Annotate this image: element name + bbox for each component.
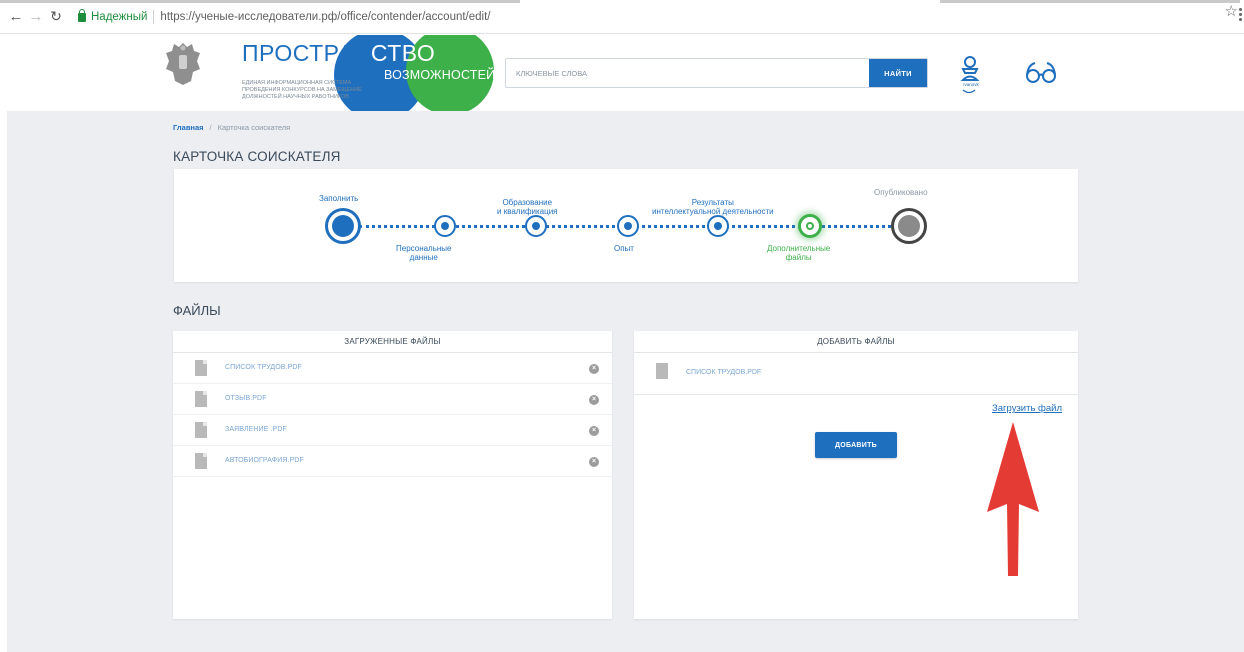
forward-arrow-icon[interactable]: → xyxy=(26,6,46,28)
file-link[interactable]: СПИСОК ТРУДОВ.PDF xyxy=(225,364,302,371)
remove-icon[interactable]: × xyxy=(589,395,599,405)
document-icon xyxy=(195,453,207,469)
omnibox-divider xyxy=(153,9,155,24)
user-icon xyxy=(960,56,980,81)
file-link[interactable]: ОТЗЫВ.PDF xyxy=(225,395,267,402)
browser-toolbar: ← → ↻ Надежный https://ученые-исследоват… xyxy=(0,0,1244,34)
step-node-education[interactable] xyxy=(525,215,547,237)
main-content: Главная / Карточка соискателя КАРТОЧКА СОИ… xyxy=(7,111,1244,652)
browser-menu-icon[interactable] xyxy=(1239,8,1242,23)
logo-description: ЕДИНАЯ ИНФОРМАЦИОННАЯ СИСТЕМА ПРОВЕДЕНИЯ… xyxy=(242,80,362,100)
step-label-experience: Опыт xyxy=(614,244,634,253)
file-link[interactable]: ЗАЯВЛЕНИЕ .PDF xyxy=(225,426,287,433)
secure-label: Надежный xyxy=(91,10,148,23)
file-link[interactable]: АВТОБИОГРАФИЯ.PDF xyxy=(225,457,304,464)
file-row: СПИСОК ТРУДОВ.PDF × xyxy=(173,353,612,384)
coat-of-arms-icon[interactable] xyxy=(164,39,202,89)
upload-file-link[interactable]: Загрузить файл xyxy=(992,403,1062,414)
step-node-published[interactable] xyxy=(891,208,927,244)
breadcrumb: Главная / Карточка соискателя xyxy=(173,123,290,132)
file-row: ЗАЯВЛЕНИЕ .PDF × xyxy=(173,415,612,446)
remove-icon[interactable]: × xyxy=(589,457,599,467)
logo-title: ПРОСТРАНСТВО xyxy=(242,40,436,66)
progress-stepper: Заполнить Персональные данные Образовани… xyxy=(174,169,1078,282)
step-node-fill[interactable] xyxy=(325,208,361,244)
document-icon xyxy=(195,360,207,376)
document-icon xyxy=(195,422,207,438)
step-label-fill: Заполнить xyxy=(319,194,359,203)
lock-icon xyxy=(78,9,86,22)
search-input[interactable] xyxy=(506,59,866,87)
annotation-arrow-icon xyxy=(987,422,1039,576)
pending-file-name[interactable]: СПИСОК ТРУДОВ.PDF xyxy=(686,369,761,376)
step-label-personal: Персональные данные xyxy=(396,244,452,262)
page-title: КАРТОЧКА СОИСКАТЕЛЯ xyxy=(173,149,341,164)
chevron-down-icon[interactable] xyxy=(962,89,976,95)
back-arrow-icon[interactable]: ← xyxy=(6,6,26,28)
document-icon xyxy=(656,363,668,379)
search-form: НАЙТИ xyxy=(505,58,928,88)
reload-icon[interactable]: ↻ xyxy=(46,6,66,28)
site-logo[interactable]: ПРОСТРАНСТВО ВОЗМОЖНОСТЕЙ ЕДИНАЯ ИНФОРМА… xyxy=(234,35,514,111)
step-label-published: Опубликовано xyxy=(874,188,928,197)
user-name: Ivanovk xyxy=(963,82,979,87)
step-label-results: Результаты интеллектуальной деятельности xyxy=(652,198,774,216)
step-node-additional-files[interactable] xyxy=(798,214,822,238)
add-files-button[interactable]: ДОБАВИТЬ xyxy=(815,432,897,458)
address-bar[interactable]: Надежный https://ученые-исследователи.рф… xyxy=(74,5,1244,29)
file-row: АВТОБИОГРАФИЯ.PDF × xyxy=(173,446,612,477)
step-label-education: Образование и квалификация xyxy=(497,198,558,216)
accessibility-glasses-icon[interactable] xyxy=(1024,61,1058,83)
logo-subtitle: ВОЗМОЖНОСТЕЙ xyxy=(384,68,496,82)
pending-file-row: СПИСОК ТРУДОВ.PDF xyxy=(634,353,1078,395)
step-label-additional-files: Дополнительные файлы xyxy=(767,244,831,262)
step-node-experience[interactable] xyxy=(617,215,639,237)
remove-icon[interactable]: × xyxy=(589,426,599,436)
bookmark-star-icon[interactable]: ☆ xyxy=(1225,2,1238,20)
user-menu[interactable]: Ivanovk xyxy=(955,55,985,99)
step-node-personal[interactable] xyxy=(434,215,456,237)
step-node-results[interactable] xyxy=(707,215,729,237)
file-row: ОТЗЫВ.PDF × xyxy=(173,384,612,415)
breadcrumb-home-link[interactable]: Главная xyxy=(173,123,204,132)
search-button[interactable]: НАЙТИ xyxy=(869,59,927,87)
url-text[interactable]: https://ученые-исследователи.рф/office/c… xyxy=(160,11,490,23)
uploaded-files-title: ЗАГРУЖЕННЫЕ ФАЙЛЫ xyxy=(173,331,612,353)
breadcrumb-current: Карточка соискателя xyxy=(217,123,291,132)
add-files-title: ДОБАВИТЬ ФАЙЛЫ xyxy=(634,331,1078,353)
files-section-title: ФАЙЛЫ xyxy=(173,303,221,318)
uploaded-files-panel: ЗАГРУЖЕННЫЕ ФАЙЛЫ СПИСОК ТРУДОВ.PDF × ОТ… xyxy=(173,331,612,619)
breadcrumb-separator: / xyxy=(209,123,212,132)
remove-icon[interactable]: × xyxy=(589,364,599,374)
document-icon xyxy=(195,391,207,407)
site-header: ПРОСТРАНСТВО ВОЗМОЖНОСТЕЙ ЕДИНАЯ ИНФОРМА… xyxy=(0,35,1244,111)
